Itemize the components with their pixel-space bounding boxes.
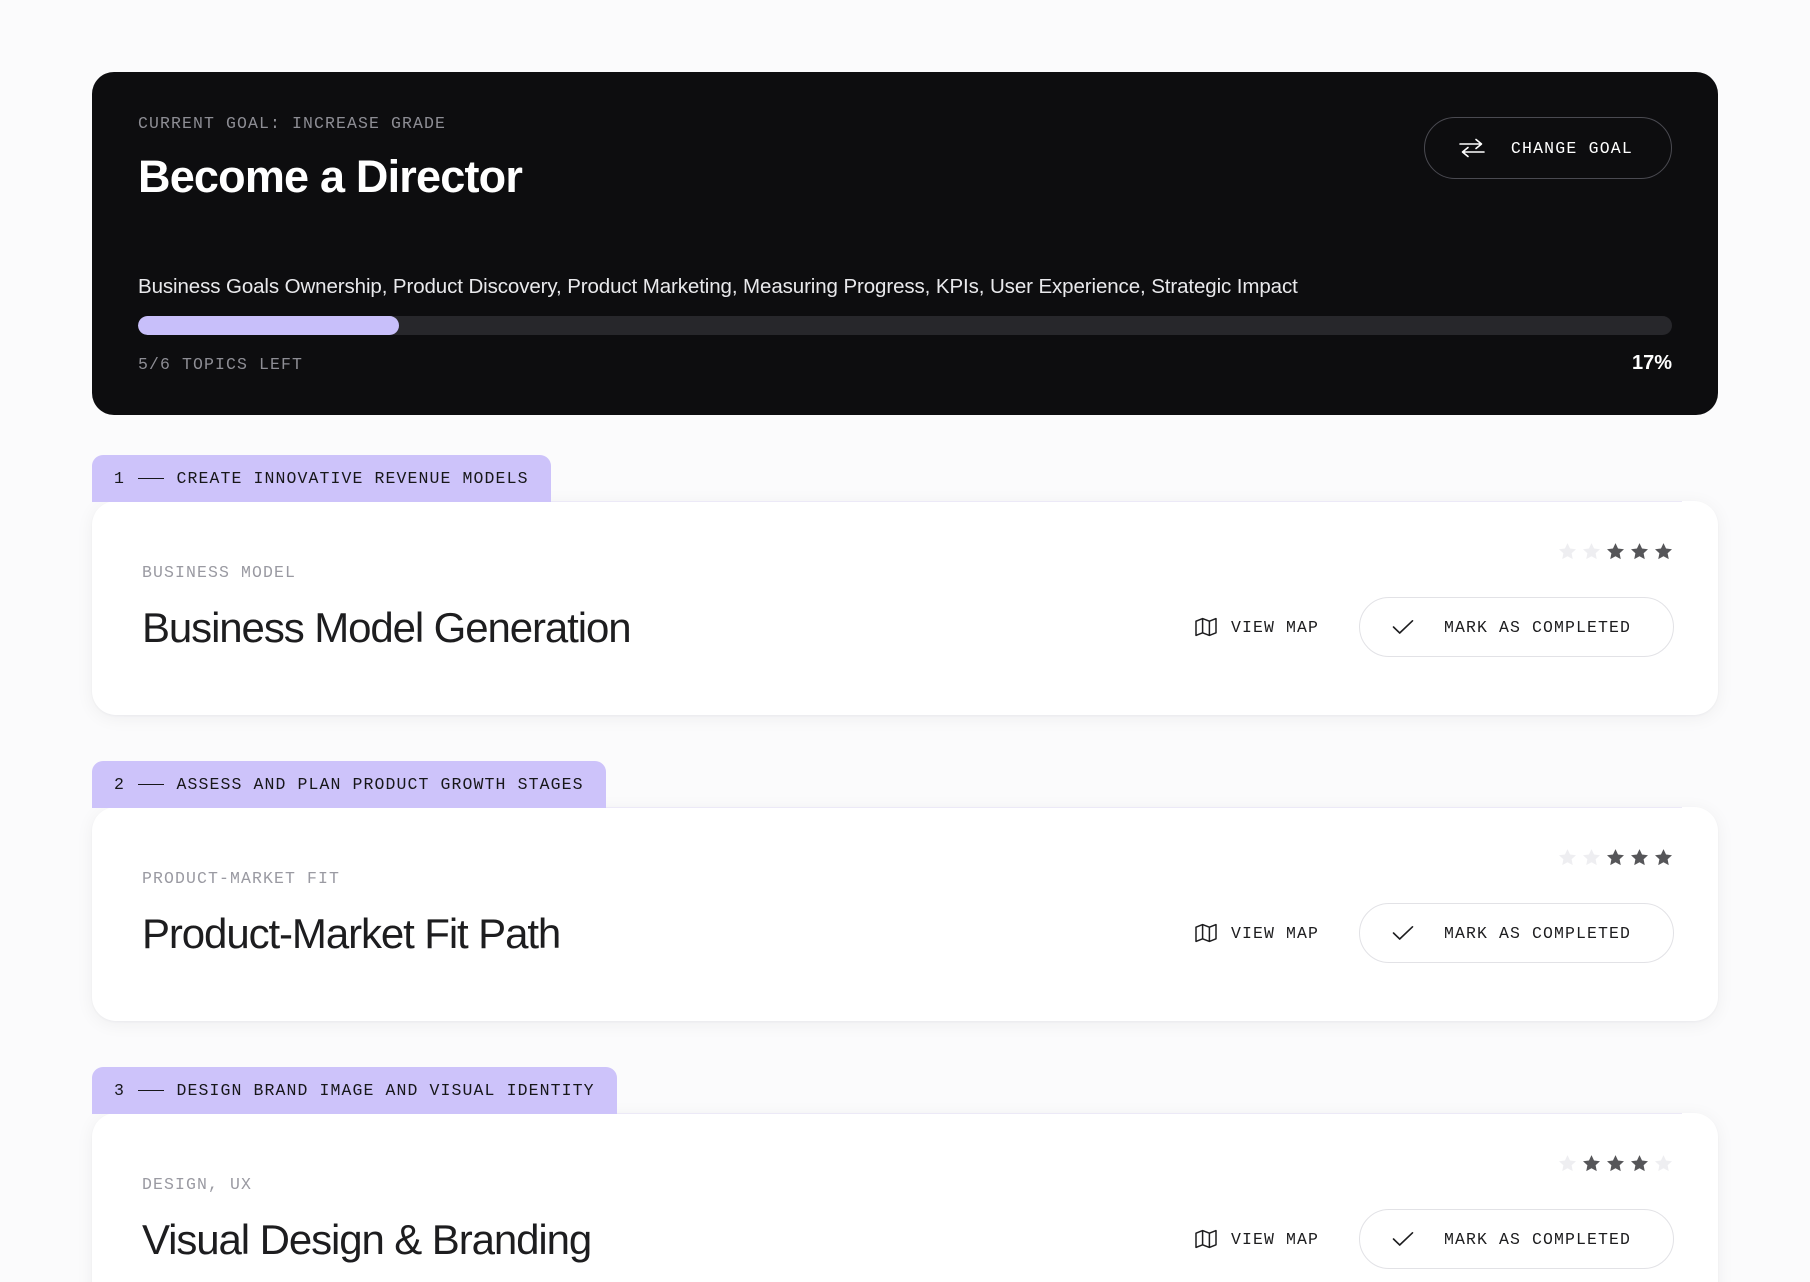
check-icon bbox=[1392, 619, 1414, 635]
change-goal-button[interactable]: CHANGE GOAL bbox=[1423, 117, 1672, 179]
section-dash-icon bbox=[137, 477, 164, 480]
current-goal-header: CURRENT GOAL: INCREASE GRADE Become a Di… bbox=[92, 72, 1718, 415]
goal-progress-meta: 5/6 TOPICS LEFT 17% bbox=[138, 352, 1672, 375]
map-icon bbox=[1195, 617, 1217, 637]
topic-actions: VIEW MAP MARK AS COMPLETED bbox=[1193, 1209, 1674, 1269]
topic-controls: VIEW MAP MARK AS COMPLETED bbox=[1193, 541, 1674, 657]
topic-info: PRODUCT-MARKET FIT Product-Market Fit Pa… bbox=[142, 847, 561, 958]
section-label: ASSESS AND PLAN PRODUCT GROWTH STAGES bbox=[176, 775, 584, 794]
view-map-button[interactable]: VIEW MAP bbox=[1193, 611, 1321, 643]
mark-as-completed-button[interactable]: MARK AS COMPLETED bbox=[1358, 597, 1674, 657]
section-number: 3 bbox=[114, 1081, 125, 1100]
topic-card[interactable]: DESIGN, UX Visual Design & Branding VIEW… bbox=[92, 1113, 1718, 1282]
roadmap-section: 2 ASSESS AND PLAN PRODUCT GROWTH STAGES … bbox=[92, 761, 1718, 1021]
section-label: CREATE INNOVATIVE REVENUE MODELS bbox=[176, 469, 529, 488]
roadmap-section: 1 CREATE INNOVATIVE REVENUE MODELS BUSIN… bbox=[92, 455, 1718, 715]
topic-title: Business Model Generation bbox=[142, 604, 632, 651]
topic-category: PRODUCT-MARKET FIT bbox=[142, 869, 341, 888]
swap-arrows-icon bbox=[1459, 138, 1485, 158]
view-map-label: VIEW MAP bbox=[1230, 1229, 1319, 1249]
topic-rating bbox=[1557, 541, 1674, 562]
mark-as-completed-label: MARK AS COMPLETED bbox=[1443, 617, 1631, 637]
mark-as-completed-label: MARK AS COMPLETED bbox=[1443, 923, 1631, 943]
topic-actions: VIEW MAP MARK AS COMPLETED bbox=[1193, 903, 1674, 963]
section-number: 2 bbox=[114, 775, 125, 794]
topic-actions: VIEW MAP MARK AS COMPLETED bbox=[1193, 597, 1674, 657]
section-label: DESIGN BRAND IMAGE AND VISUAL IDENTITY bbox=[176, 1081, 595, 1100]
mark-as-completed-button[interactable]: MARK AS COMPLETED bbox=[1358, 1209, 1674, 1269]
section-badge-2[interactable]: 2 ASSESS AND PLAN PRODUCT GROWTH STAGES bbox=[92, 761, 606, 808]
goal-roadmap-page: CURRENT GOAL: INCREASE GRADE Become a Di… bbox=[0, 0, 1810, 1282]
topic-controls: VIEW MAP MARK AS COMPLETED bbox=[1193, 847, 1674, 963]
goal-topics-summary: Business Goals Ownership, Product Discov… bbox=[138, 275, 1298, 298]
view-map-label: VIEW MAP bbox=[1230, 617, 1319, 637]
roadmap-sections: 1 CREATE INNOVATIVE REVENUE MODELS BUSIN… bbox=[92, 455, 1718, 1282]
section-dash-icon bbox=[137, 1089, 164, 1092]
topic-category: BUSINESS MODEL bbox=[142, 563, 297, 582]
view-map-button[interactable]: VIEW MAP bbox=[1193, 1223, 1321, 1255]
topic-rating bbox=[1557, 847, 1674, 868]
topic-category: DESIGN, UX bbox=[142, 1175, 253, 1194]
section-badge-3[interactable]: 3 DESIGN BRAND IMAGE AND VISUAL IDENTITY bbox=[92, 1067, 617, 1114]
topic-card[interactable]: PRODUCT-MARKET FIT Product-Market Fit Pa… bbox=[92, 807, 1718, 1021]
topic-controls: VIEW MAP MARK AS COMPLETED bbox=[1193, 1153, 1674, 1269]
section-dash-icon bbox=[137, 783, 164, 786]
section-header: 1 CREATE INNOVATIVE REVENUE MODELS bbox=[92, 455, 1718, 502]
topics-left-label: 5/6 TOPICS LEFT bbox=[138, 355, 304, 374]
section-number: 1 bbox=[114, 469, 125, 488]
map-icon bbox=[1195, 1229, 1217, 1249]
section-badge-1[interactable]: 1 CREATE INNOVATIVE REVENUE MODELS bbox=[92, 455, 551, 502]
section-header: 3 DESIGN BRAND IMAGE AND VISUAL IDENTITY bbox=[92, 1067, 1718, 1114]
goal-progress-bar bbox=[138, 316, 1672, 335]
view-map-label: VIEW MAP bbox=[1230, 923, 1319, 943]
topic-card[interactable]: BUSINESS MODEL Business Model Generation bbox=[92, 501, 1718, 715]
mark-as-completed-button[interactable]: MARK AS COMPLETED bbox=[1358, 903, 1674, 963]
section-header: 2 ASSESS AND PLAN PRODUCT GROWTH STAGES bbox=[92, 761, 1718, 808]
goal-progress-fill bbox=[138, 316, 399, 335]
topic-title: Product-Market Fit Path bbox=[142, 910, 561, 957]
change-goal-label: CHANGE GOAL bbox=[1510, 138, 1633, 158]
topic-info: DESIGN, UX Visual Design & Branding bbox=[142, 1153, 592, 1264]
view-map-button[interactable]: VIEW MAP bbox=[1193, 917, 1321, 949]
topic-rating bbox=[1557, 1153, 1674, 1174]
check-icon bbox=[1392, 1231, 1414, 1247]
mark-as-completed-label: MARK AS COMPLETED bbox=[1443, 1229, 1631, 1249]
topic-title: Visual Design & Branding bbox=[142, 1216, 592, 1263]
progress-percent-label: 17% bbox=[1631, 352, 1672, 374]
topic-info: BUSINESS MODEL Business Model Generation bbox=[142, 541, 632, 652]
roadmap-section: 3 DESIGN BRAND IMAGE AND VISUAL IDENTITY… bbox=[92, 1067, 1718, 1282]
map-icon bbox=[1195, 923, 1217, 943]
check-icon bbox=[1392, 925, 1414, 941]
